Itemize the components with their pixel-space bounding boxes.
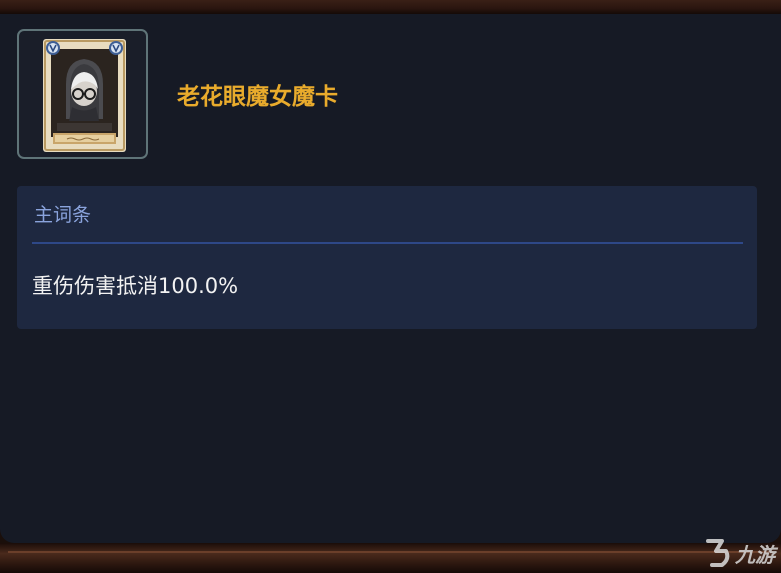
frame-bottom-line	[8, 551, 773, 553]
watermark-text: 九游	[735, 542, 775, 567]
item-name: 老花眼魔女魔卡	[177, 84, 338, 110]
item-icon-slot[interactable]	[17, 29, 148, 159]
main-attribute-box: 主词条 重伤伤害抵消100.0%	[17, 186, 757, 329]
jiuyou-logo-icon	[706, 539, 730, 567]
attribute-line: 重伤伤害抵消100.0%	[32, 274, 239, 298]
window-frame-bottom	[0, 543, 781, 573]
watermark: 九游	[704, 537, 775, 569]
window-frame-top	[0, 0, 781, 14]
main-attribute-heading: 主词条	[34, 204, 92, 226]
witch-card-icon	[43, 39, 126, 152]
attribute-divider	[32, 242, 743, 244]
